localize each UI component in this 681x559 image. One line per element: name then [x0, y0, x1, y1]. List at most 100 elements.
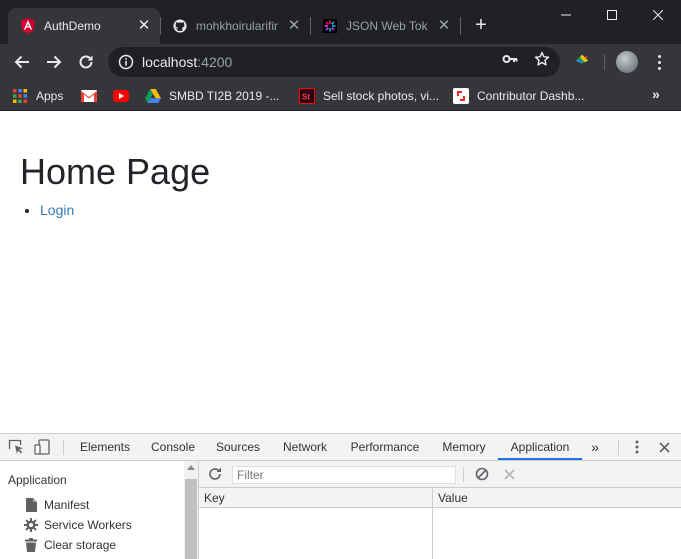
forward-button[interactable] [40, 48, 68, 76]
toolbar-divider [63, 440, 64, 455]
bookmark-apps[interactable]: Apps [12, 86, 63, 105]
login-link[interactable]: Login [40, 202, 74, 218]
bookmark-contributor[interactable]: Contributor Dashb... [453, 86, 584, 105]
maximize-button[interactable] [589, 0, 635, 30]
tab-sources[interactable]: Sources [208, 434, 268, 460]
delete-selected-icon[interactable] [501, 466, 517, 482]
sidebar-item-label: Manifest [44, 498, 90, 512]
close-icon[interactable]: ✕ [136, 18, 152, 34]
storage-view: Key Value [199, 461, 681, 559]
file-icon [24, 498, 38, 512]
bookmarks-bar: Apps SMBD TI2B 2019 -... St Sell stock p… [0, 80, 681, 111]
tab-title: AuthDemo [44, 19, 101, 33]
sidebar-item-clear-storage[interactable]: Clear storage [24, 536, 116, 554]
tab-elements[interactable]: Elements [72, 434, 138, 460]
back-arrow-icon [14, 55, 29, 69]
page-title: Home Page [20, 151, 211, 192]
address-bar[interactable]: localhost:4200 [108, 47, 560, 77]
nav-list: Login [40, 202, 74, 218]
shutterstock-icon [453, 87, 469, 104]
minimize-icon [561, 14, 571, 16]
device-toolbar-icon[interactable] [34, 439, 50, 455]
tab-application[interactable]: Application [498, 434, 582, 460]
column-header-value[interactable]: Value [438, 491, 468, 505]
sidebar-item-service-workers[interactable]: Service Workers [24, 516, 132, 534]
sidebar-item-manifest[interactable]: Manifest [24, 496, 89, 514]
extension-icon[interactable] [574, 51, 590, 67]
tab-title: JSON Web Tokens [346, 19, 428, 33]
column-divider [432, 488, 433, 559]
bookmark-label: Sell stock photos, vi... [323, 88, 440, 103]
bookmark-smbd[interactable]: SMBD TI2B 2019 -... [145, 86, 280, 105]
gmail-icon [81, 88, 97, 104]
svg-text:St: St [302, 92, 310, 101]
minimize-button[interactable] [543, 0, 589, 30]
tab-title: mohkhoirularifin [196, 19, 278, 33]
bookmark-youtube[interactable] [113, 86, 137, 105]
bookmarks-overflow-button[interactable]: » [652, 86, 666, 102]
jwt-icon [322, 18, 338, 34]
window-close-button[interactable] [635, 0, 681, 30]
info-icon[interactable] [118, 54, 134, 70]
devtools-tab-bar: Elements Console Sources Network Perform… [0, 434, 681, 461]
bookmark-label: SMBD TI2B 2019 -... [169, 88, 280, 103]
sidebar-item-label: Clear storage [44, 538, 117, 552]
close-devtools-icon[interactable] [656, 439, 672, 455]
tab-memory[interactable]: Memory [433, 434, 495, 460]
toolbar-divider [618, 440, 619, 455]
github-icon [172, 18, 188, 34]
title-bar: AuthDemo ✕ mohkhoirularifin ✕ JSON Web T… [0, 0, 681, 44]
reload-button[interactable] [72, 48, 100, 76]
reload-icon [79, 55, 93, 69]
bookmark-label: Apps [36, 88, 64, 103]
clear-all-icon[interactable] [474, 466, 490, 482]
angular-icon [20, 18, 36, 34]
star-icon[interactable] [534, 51, 550, 67]
more-tabs-button[interactable]: » [586, 434, 604, 460]
bookmark-label: Contributor Dashb... [477, 88, 585, 103]
tab-performance[interactable]: Performance [343, 434, 427, 460]
refresh-icon[interactable] [207, 466, 223, 482]
application-sidebar: Application Manifest Service Workers Cle… [0, 461, 199, 559]
url-port: :4200 [197, 54, 233, 70]
close-icon[interactable]: ✕ [436, 18, 452, 34]
tab-jwt[interactable]: JSON Web Tokens ✕ [310, 8, 460, 44]
url-text: localhost:4200 [142, 54, 232, 70]
toolbar-divider [463, 467, 464, 482]
youtube-icon [113, 88, 129, 104]
google-drive-icon [145, 88, 161, 104]
browser-toolbar: localhost:4200 [0, 44, 681, 80]
profile-avatar[interactable] [616, 51, 638, 73]
new-tab-button[interactable]: + [470, 14, 492, 36]
sidebar-scrollbar[interactable] [184, 461, 198, 559]
page-viewport: Home Page Login [0, 111, 681, 433]
adobe-stock-icon: St [299, 87, 315, 104]
storage-toolbar [199, 461, 681, 488]
filter-input[interactable] [232, 466, 456, 484]
bookmark-gmail[interactable] [81, 86, 105, 105]
scroll-up-arrow-icon[interactable] [187, 465, 195, 470]
tab-network[interactable]: Network [273, 434, 337, 460]
browser-menu-icon[interactable] [650, 52, 668, 72]
bookmark-adobe-stock[interactable]: St Sell stock photos, vi... [299, 86, 439, 105]
tab-console[interactable]: Console [143, 434, 203, 460]
back-button[interactable] [8, 48, 36, 76]
inspect-element-icon[interactable] [8, 439, 24, 455]
devtools-menu-icon[interactable] [629, 439, 645, 455]
scrollbar-thumb[interactable] [185, 479, 197, 559]
maximize-icon [607, 10, 617, 20]
forward-arrow-icon [47, 55, 62, 69]
tab-github[interactable]: mohkhoirularifin ✕ [160, 8, 310, 44]
url-host: localhost [142, 54, 198, 70]
sidebar-section-title[interactable]: Application [8, 473, 67, 487]
key-icon[interactable] [502, 51, 518, 67]
trash-icon [24, 538, 38, 552]
list-item: Login [40, 202, 74, 218]
column-header-key[interactable]: Key [204, 491, 225, 505]
close-icon[interactable]: ✕ [286, 18, 302, 34]
tab-divider [460, 17, 461, 35]
storage-grid-header: Key Value [199, 488, 681, 508]
tab-authdemo[interactable]: AuthDemo ✕ [8, 8, 160, 44]
toolbar-divider [604, 54, 605, 70]
apps-grid-icon [12, 88, 28, 104]
